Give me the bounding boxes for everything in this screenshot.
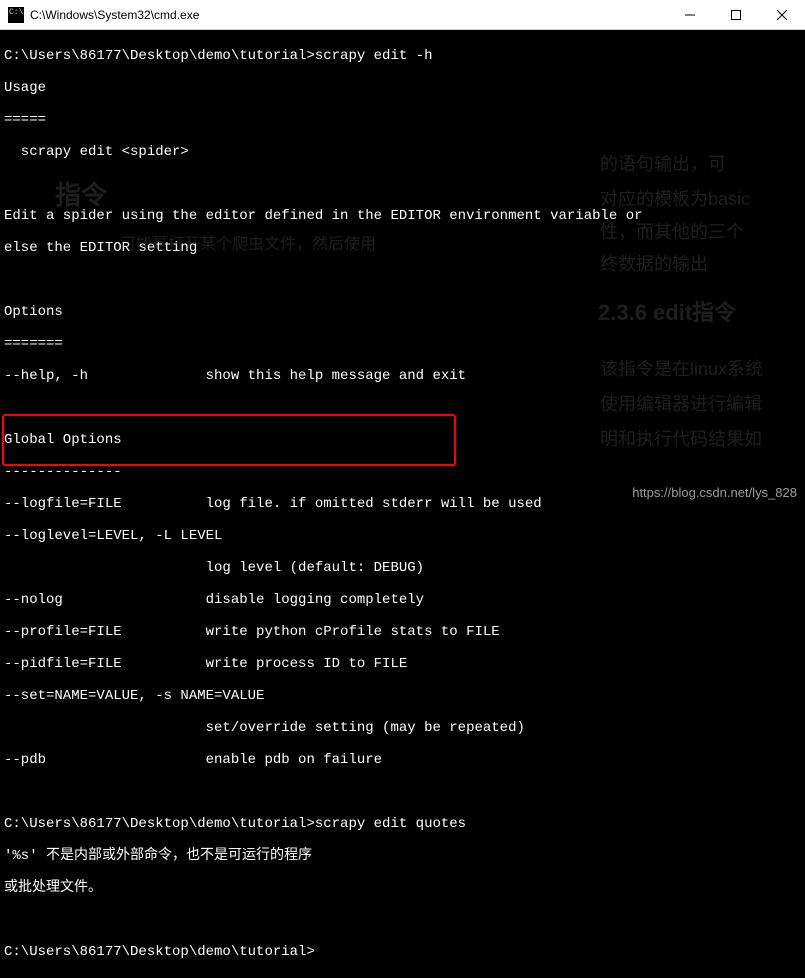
terminal-line: ======= [4, 336, 801, 352]
terminal-line [4, 272, 801, 288]
minimize-button[interactable] [667, 0, 713, 29]
terminal-output[interactable]: C:\Users\86177\Desktop\demo\tutorial> scr… [0, 30, 805, 978]
terminal-line: --nolog disable logging completely [4, 592, 801, 608]
terminal-line: -------------- [4, 464, 801, 480]
terminal-line: '%s' 不是内部或外部命令，也不是可运行的程序 [4, 848, 801, 864]
maximize-icon [731, 10, 741, 20]
maximize-button[interactable] [713, 0, 759, 29]
terminal-line: C:\Users\86177\Desktop\demo\tutorial> [4, 944, 801, 960]
terminal-line: Global Options [4, 432, 801, 448]
window-controls [667, 0, 805, 29]
window-title: C:\Windows\System32\cmd.exe [30, 8, 667, 22]
terminal-line [4, 784, 801, 800]
terminal-line: --set=NAME=VALUE, -s NAME=VALUE [4, 688, 801, 704]
terminal-line: 或批处理文件。 [4, 880, 801, 896]
cmd-icon [8, 7, 24, 23]
terminal-line [4, 176, 801, 192]
minimize-icon [685, 10, 695, 20]
terminal-line: log level (default: DEBUG) [4, 560, 801, 576]
terminal-line: Usage [4, 80, 801, 96]
titlebar: C:\Windows\System32\cmd.exe [0, 0, 805, 30]
close-button[interactable] [759, 0, 805, 29]
terminal-line: --pidfile=FILE write process ID to FILE [4, 656, 801, 672]
terminal-line: --logfile=FILE log file. if omitted stde… [4, 496, 801, 512]
terminal-line: --loglevel=LEVEL, -L LEVEL [4, 528, 801, 544]
terminal-line: --pdb enable pdb on failure [4, 752, 801, 768]
terminal-line: ===== [4, 112, 801, 128]
terminal-line: Options [4, 304, 801, 320]
terminal-line: --profile=FILE write python cProfile sta… [4, 624, 801, 640]
terminal-line: C:\Users\86177\Desktop\demo\tutorial>scr… [4, 816, 801, 832]
terminal-line: scrapy edit <spider> [4, 144, 801, 160]
terminal-line: else the EDITOR setting [4, 240, 801, 256]
terminal-line: Edit a spider using the editor defined i… [4, 208, 801, 224]
terminal-line [4, 912, 801, 928]
close-icon [777, 10, 787, 20]
terminal-line: set/override setting (may be repeated) [4, 720, 801, 736]
terminal-line [4, 400, 801, 416]
terminal-line: --help, -h show this help message and ex… [4, 368, 801, 384]
terminal-line: C:\Users\86177\Desktop\demo\tutorial>scr… [4, 48, 801, 64]
